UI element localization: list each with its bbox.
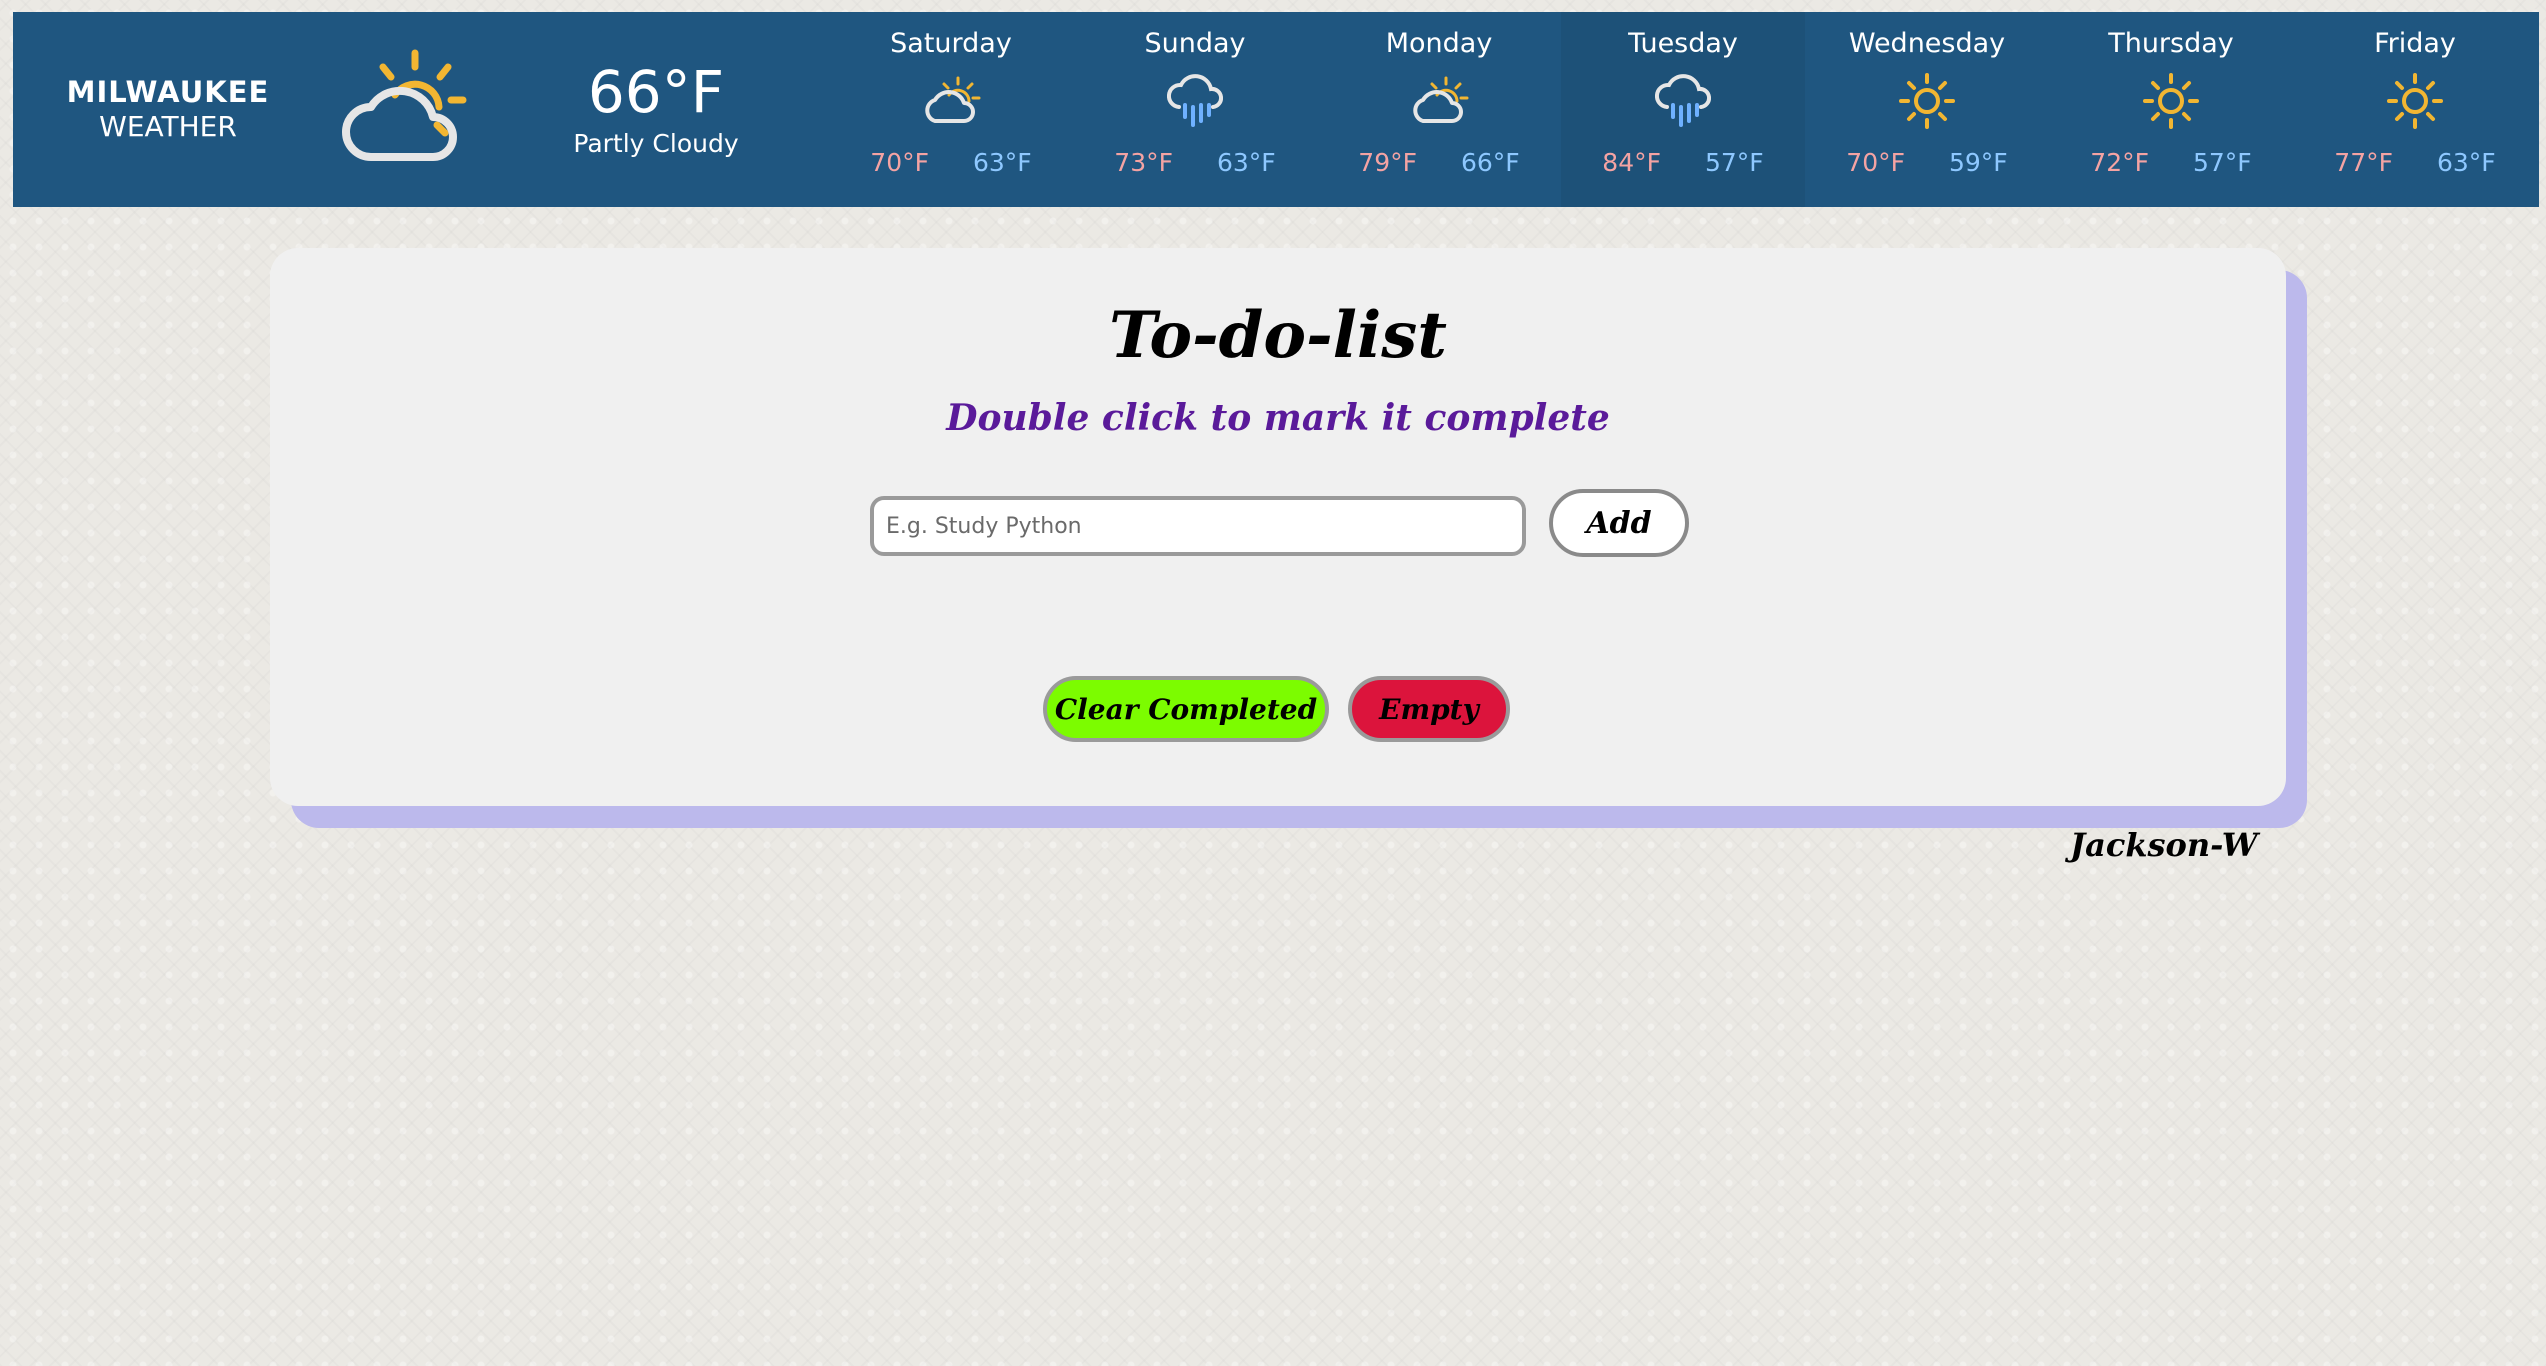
forecast-low: 63°F [1217, 148, 1276, 178]
forecast-low: 63°F [973, 148, 1032, 178]
forecast-day: Friday 77°F 63°F [2293, 12, 2537, 207]
forecast-day: Wednesday 70°F 59°F [1805, 12, 2049, 207]
forecast-high: 70°F [1846, 148, 1905, 178]
city-name: MILWAUKEE [66, 75, 270, 110]
current-temperature: 66°F [587, 58, 725, 127]
sun-icon [2386, 60, 2444, 142]
sun-icon [1898, 60, 1956, 142]
forecast-high: 84°F [1602, 148, 1661, 178]
forecast-day-name: Thursday [2108, 28, 2234, 59]
forecast-day-name: Friday [2374, 28, 2456, 59]
instructions-subtitle: Double click to mark it complete [946, 397, 1610, 439]
forecast-day-name: Saturday [890, 28, 1012, 59]
forecast-low: 57°F [2193, 148, 2252, 178]
current-conditions: 66°F Partly Cloudy [483, 12, 829, 207]
partly-cloudy-icon [323, 12, 483, 207]
forecast-high: 72°F [2090, 148, 2149, 178]
forecast-day: Saturday 70°F 63°F [829, 12, 1073, 207]
page-title: To-do-list [1109, 298, 1447, 373]
forecast: Saturday 70°F 63°F Sunday 73°F 63°F Mond… [829, 12, 2539, 207]
forecast-low: 59°F [1949, 148, 2008, 178]
forecast-high: 73°F [1114, 148, 1173, 178]
partly-cloudy-icon [920, 60, 982, 142]
forecast-high: 79°F [1358, 148, 1417, 178]
weather-label: WEATHER [99, 110, 237, 144]
author-signature: Jackson-W [2070, 826, 2258, 864]
empty-button[interactable]: Empty [1348, 676, 1510, 742]
forecast-day: Thursday 72°F 57°F [2049, 12, 2293, 207]
forecast-day-name: Monday [1385, 28, 1493, 59]
partly-cloudy-icon [1408, 60, 1470, 142]
forecast-low: 63°F [2437, 148, 2496, 178]
add-button[interactable]: Add [1549, 489, 1689, 557]
forecast-day-name: Sunday [1144, 28, 1246, 59]
todo-input[interactable] [870, 496, 1526, 556]
forecast-day: Sunday 73°F 63°F [1073, 12, 1317, 207]
rain-icon [1167, 60, 1223, 142]
forecast-day-name: Wednesday [1848, 28, 2006, 59]
forecast-day: Tuesday 84°F 57°F [1561, 12, 1805, 207]
forecast-day-name: Tuesday [1628, 28, 1738, 59]
forecast-day: Monday 79°F 66°F [1317, 12, 1561, 207]
forecast-low: 57°F [1705, 148, 1764, 178]
weather-location: MILWAUKEE WEATHER [13, 12, 323, 207]
forecast-high: 70°F [870, 148, 929, 178]
sun-icon [2142, 60, 2200, 142]
weather-bar: MILWAUKEE WEATHER 66°F Partly Cloudy Sat… [13, 12, 2539, 207]
todo-card: To-do-list Double click to mark it compl… [270, 248, 2286, 806]
rain-icon [1655, 60, 1711, 142]
clear-completed-button[interactable]: Clear Completed [1043, 676, 1329, 742]
forecast-low: 66°F [1461, 148, 1520, 178]
current-condition: Partly Cloudy [573, 128, 739, 158]
forecast-high: 77°F [2334, 148, 2393, 178]
